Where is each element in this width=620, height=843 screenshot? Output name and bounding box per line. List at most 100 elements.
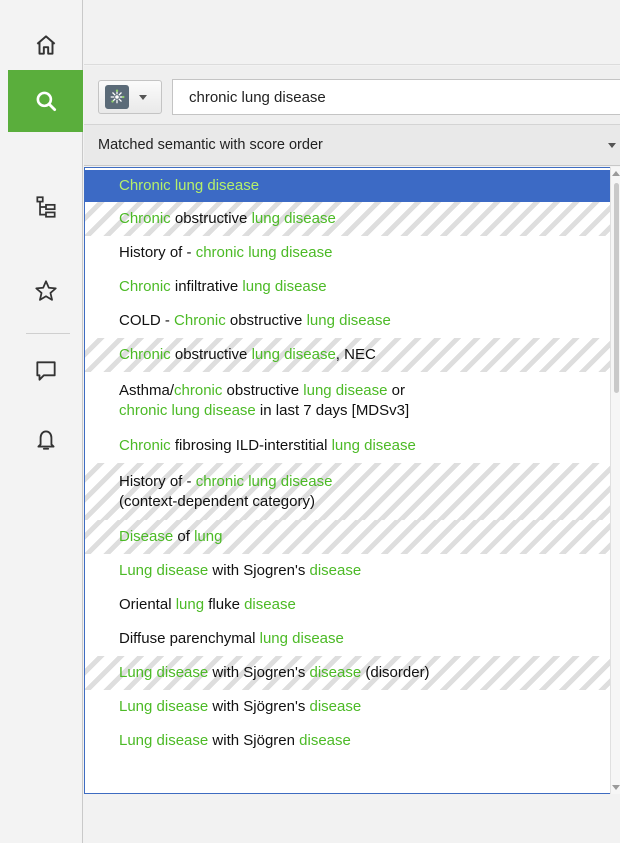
- match-highlight: lung: [175, 596, 205, 613]
- match-highlight: chronic lung disease: [119, 401, 256, 419]
- result-item[interactable]: Chronic obstructive lung disease, NEC: [85, 338, 611, 372]
- result-text: fluke: [204, 596, 245, 613]
- home-icon: [36, 35, 55, 55]
- result-text: of: [173, 528, 195, 545]
- result-item[interactable]: COLD - Chronic obstructive lung disease: [85, 304, 611, 338]
- result-item[interactable]: Chronic lung disease: [85, 170, 611, 202]
- result-item-line: Chronic lung disease: [119, 176, 611, 196]
- home-button[interactable]: [8, 14, 83, 76]
- match-highlight: Chronic: [119, 278, 171, 295]
- result-item-line: chronic lung disease in last 7 days [MDS…: [119, 401, 611, 421]
- result-text: fibrosing ILD-interstitial: [170, 437, 332, 454]
- search-nav-button[interactable]: [8, 70, 83, 132]
- result-order-select[interactable]: Matched semantic with score order: [84, 124, 620, 166]
- result-item[interactable]: Chronic infiltrative lung disease: [85, 270, 611, 304]
- left-navigation-rail: [0, 0, 83, 843]
- result-item[interactable]: Oriental lung fluke disease: [85, 588, 611, 622]
- result-text: with Sjögren's: [208, 698, 310, 715]
- search-icon: [36, 91, 56, 112]
- match-highlight: Disease: [119, 528, 174, 545]
- notifications-button[interactable]: [8, 408, 83, 470]
- result-item[interactable]: Disease of lung: [85, 520, 611, 554]
- result-item-line: Chronic obstructive lung disease: [119, 209, 611, 229]
- favorites-button[interactable]: [8, 260, 83, 322]
- result-item-line: Lung disease with Sjogren's disease: [119, 561, 611, 581]
- match-highlight: chronic lung disease: [195, 472, 333, 490]
- match-highlight: chronic: [174, 381, 223, 399]
- result-item-line: History of - chronic lung disease: [119, 472, 611, 492]
- result-order-label: Matched semantic with score order: [98, 137, 323, 153]
- match-highlight: disease: [244, 596, 296, 613]
- star-icon: [34, 280, 57, 301]
- rail-divider: [26, 333, 70, 334]
- result-text: Diffuse parenchymal: [119, 630, 260, 647]
- result-text: obstructive: [225, 312, 307, 329]
- result-text: obstructive: [170, 346, 252, 363]
- result-item[interactable]: Lung disease with Sjögren disease: [85, 724, 611, 758]
- result-item-line: Chronic infiltrative lung disease: [119, 277, 611, 297]
- hierarchy-button[interactable]: [8, 176, 83, 238]
- result-text: COLD -: [119, 312, 175, 329]
- result-item[interactable]: Chronic obstructive lung disease: [85, 202, 611, 236]
- result-item[interactable]: Asthma/chronic obstructive lung disease …: [85, 372, 611, 429]
- result-text: History of -: [119, 472, 196, 490]
- search-results-list: Chronic lung disease Chronic obstructive …: [84, 167, 620, 794]
- match-highlight: lung: [194, 528, 223, 545]
- result-item[interactable]: History of - chronic lung disease (contex…: [85, 463, 611, 520]
- result-text: infiltrative: [170, 278, 243, 295]
- result-item-line: Asthma/chronic obstructive lung disease …: [119, 381, 611, 401]
- result-text: , NEC: [335, 346, 376, 363]
- match-highlight: Chronic: [119, 346, 171, 363]
- result-item-line: Disease of lung: [119, 527, 611, 547]
- scroll-down-icon[interactable]: [612, 785, 620, 790]
- result-item-line: Chronic fibrosing ILD-interstitial lung …: [119, 436, 611, 456]
- match-highlight: lung disease: [259, 630, 344, 647]
- top-toolbar: [84, 0, 620, 65]
- result-item[interactable]: Lung disease with Sjogren's disease (dis…: [85, 656, 611, 690]
- result-text: Asthma/: [119, 381, 175, 399]
- match-highlight: Chronic: [174, 312, 226, 329]
- match-highlight: Lung disease: [119, 698, 209, 715]
- result-text: Oriental: [119, 596, 176, 613]
- result-item[interactable]: Chronic fibrosing ILD-interstitial lung …: [85, 429, 611, 463]
- result-item-line: COLD - Chronic obstructive lung disease: [119, 311, 611, 331]
- chevron-down-icon: [139, 94, 147, 100]
- comment-icon: [35, 361, 56, 381]
- match-highlight: lung disease: [331, 437, 416, 454]
- match-highlight: lung disease: [306, 312, 391, 329]
- match-highlight: lung disease: [251, 210, 336, 227]
- result-item-line: History of - chronic lung disease: [119, 243, 611, 263]
- match-highlight: lung disease: [242, 278, 327, 295]
- result-item-line: Chronic obstructive lung disease, NEC: [119, 345, 611, 365]
- match-highlight: Chronic lung disease: [119, 177, 260, 194]
- match-highlight: Chronic: [119, 437, 171, 454]
- match-highlight: Lung disease: [119, 562, 209, 579]
- match-highlight: chronic lung disease: [195, 244, 333, 261]
- result-item[interactable]: History of - chronic lung disease: [85, 236, 611, 270]
- scroll-up-icon[interactable]: [612, 171, 620, 176]
- comments-button[interactable]: [8, 340, 83, 402]
- scroll-thumb[interactable]: [614, 183, 619, 393]
- result-item[interactable]: Lung disease with Sjögren's disease: [85, 690, 611, 724]
- result-item[interactable]: Lung disease with Sjogren's disease: [85, 554, 611, 588]
- match-highlight: Lung disease: [119, 732, 209, 749]
- result-item[interactable]: Diffuse parenchymal lung disease: [85, 622, 611, 656]
- hierarchy-icon: [35, 196, 56, 218]
- search-bar: [84, 66, 620, 124]
- result-text: with Sjogren's: [208, 562, 310, 579]
- result-item-line: Oriental lung fluke disease: [119, 595, 611, 615]
- match-highlight: disease: [309, 664, 362, 681]
- search-type-dropdown[interactable]: [98, 80, 162, 114]
- match-highlight: disease: [299, 732, 351, 749]
- search-input[interactable]: [172, 79, 620, 115]
- result-text: (disorder): [361, 664, 430, 681]
- result-item-line: Lung disease with Sjogren's disease (dis…: [119, 663, 611, 683]
- results-scrollbar[interactable]: [610, 167, 620, 794]
- result-text: or: [387, 381, 406, 399]
- concept-type-icon: [105, 85, 129, 109]
- result-item-line: (context-dependent category): [119, 492, 611, 512]
- result-text: obstructive: [170, 210, 252, 227]
- result-text: with Sjogren's: [208, 664, 310, 681]
- result-text: with Sjögren: [208, 732, 300, 749]
- match-highlight: lung disease: [303, 381, 388, 399]
